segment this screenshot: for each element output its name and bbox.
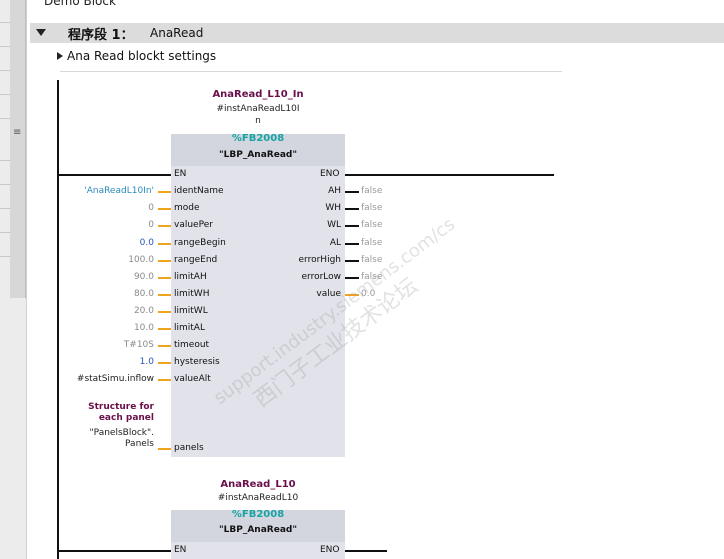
en-wire-2 — [59, 550, 171, 552]
vertical-scrollbar-thumb[interactable] — [10, 0, 26, 298]
input-pin[interactable]: valuePer — [174, 220, 213, 230]
expand-comment-icon[interactable] — [57, 52, 63, 60]
input-pin[interactable]: identName — [174, 186, 224, 196]
input-value[interactable]: 0 — [34, 220, 154, 230]
input-pin[interactable]: limitWL — [174, 306, 208, 316]
instance-db-1[interactable]: #instAnaReadL10I n — [158, 103, 358, 127]
input-pin[interactable]: mode — [174, 203, 200, 213]
instance-name-2[interactable]: AnaRead_L10 — [158, 479, 358, 490]
input-pin[interactable]: limitAL — [174, 323, 205, 333]
instance-name-1[interactable]: AnaRead_L10_In — [158, 89, 358, 100]
power-rail — [57, 80, 59, 559]
network-label: 程序段 1： — [68, 28, 134, 43]
eno-wire-1 — [345, 174, 554, 176]
left-dock: ≡ — [0, 0, 27, 559]
panels-comment-line2: each panel — [98, 413, 154, 423]
output-pin[interactable]: errorHigh — [281, 255, 341, 265]
input-value[interactable]: 20.0 — [34, 306, 154, 316]
en-pin-1[interactable]: EN — [174, 169, 186, 179]
panels-comment-line1: Structure for — [88, 402, 154, 412]
input-value[interactable]: 10.0 — [34, 323, 154, 333]
eno-pin-1[interactable]: ENO — [320, 169, 340, 179]
panels-value-line2[interactable]: Panels — [34, 439, 154, 449]
instance-db-1-line1: #instAnaReadL10I — [216, 104, 300, 114]
output-pin[interactable]: AH — [281, 186, 341, 196]
eno-wire-2 — [345, 550, 387, 552]
output-value[interactable]: false — [361, 186, 382, 196]
input-pin[interactable]: valueAlt — [174, 374, 211, 384]
eno-pin-2[interactable]: ENO — [320, 545, 340, 555]
input-value[interactable]: 100.0 — [34, 255, 154, 265]
input-value[interactable]: 0.0 — [34, 238, 154, 248]
instance-db-2[interactable]: #instAnaReadL10 — [158, 492, 358, 504]
network-header[interactable] — [30, 23, 724, 43]
comment-divider — [60, 71, 562, 72]
output-pin[interactable]: WH — [281, 203, 341, 213]
en-wire-1 — [59, 174, 171, 176]
input-pin[interactable]: rangeBegin — [174, 238, 226, 248]
output-value[interactable]: false — [361, 203, 382, 213]
output-pin[interactable]: WL — [281, 220, 341, 230]
fb-number-2: %FB2008 — [231, 509, 285, 520]
instance-db-1-line2: n — [255, 116, 261, 126]
input-value[interactable]: 0 — [34, 203, 154, 213]
output-pin[interactable]: AL — [281, 238, 341, 248]
block-title: Demo Block — [44, 0, 116, 8]
output-value[interactable]: false — [361, 220, 382, 230]
output-value[interactable]: false — [361, 238, 382, 248]
input-pin[interactable]: limitAH — [174, 272, 207, 282]
en-pin-2[interactable]: EN — [174, 545, 186, 555]
input-value[interactable]: 80.0 — [34, 289, 154, 299]
splitter-grip-icon[interactable]: ≡ — [13, 128, 21, 138]
fb-name-1: "LBP_AnaRead" — [218, 150, 298, 160]
fb-name-2: "LBP_AnaRead" — [218, 525, 298, 535]
collapse-network-icon[interactable] — [36, 29, 46, 36]
input-pin[interactable]: rangeEnd — [174, 255, 217, 265]
network-comment[interactable]: Ana Read blockt settings — [67, 49, 216, 63]
output-pin[interactable]: value — [281, 289, 341, 299]
input-pin[interactable]: timeout — [174, 340, 209, 350]
input-pin-panels[interactable]: panels — [174, 443, 204, 453]
input-value[interactable]: T#10S — [34, 340, 154, 350]
input-value[interactable]: 90.0 — [34, 272, 154, 282]
input-pin[interactable]: limitWH — [174, 289, 209, 299]
input-value[interactable]: #statSimu.inflow — [34, 374, 154, 384]
network-name[interactable]: AnaRead — [150, 26, 203, 40]
input-pin[interactable]: hysteresis — [174, 357, 220, 367]
panels-value-line1[interactable]: "PanelsBlock". — [34, 428, 154, 438]
input-value[interactable]: 'AnaReadL10In' — [34, 186, 154, 196]
output-pin[interactable]: errorLow — [281, 272, 341, 282]
fb-number-1: %FB2008 — [231, 133, 285, 144]
input-value[interactable]: 1.0 — [34, 357, 154, 367]
